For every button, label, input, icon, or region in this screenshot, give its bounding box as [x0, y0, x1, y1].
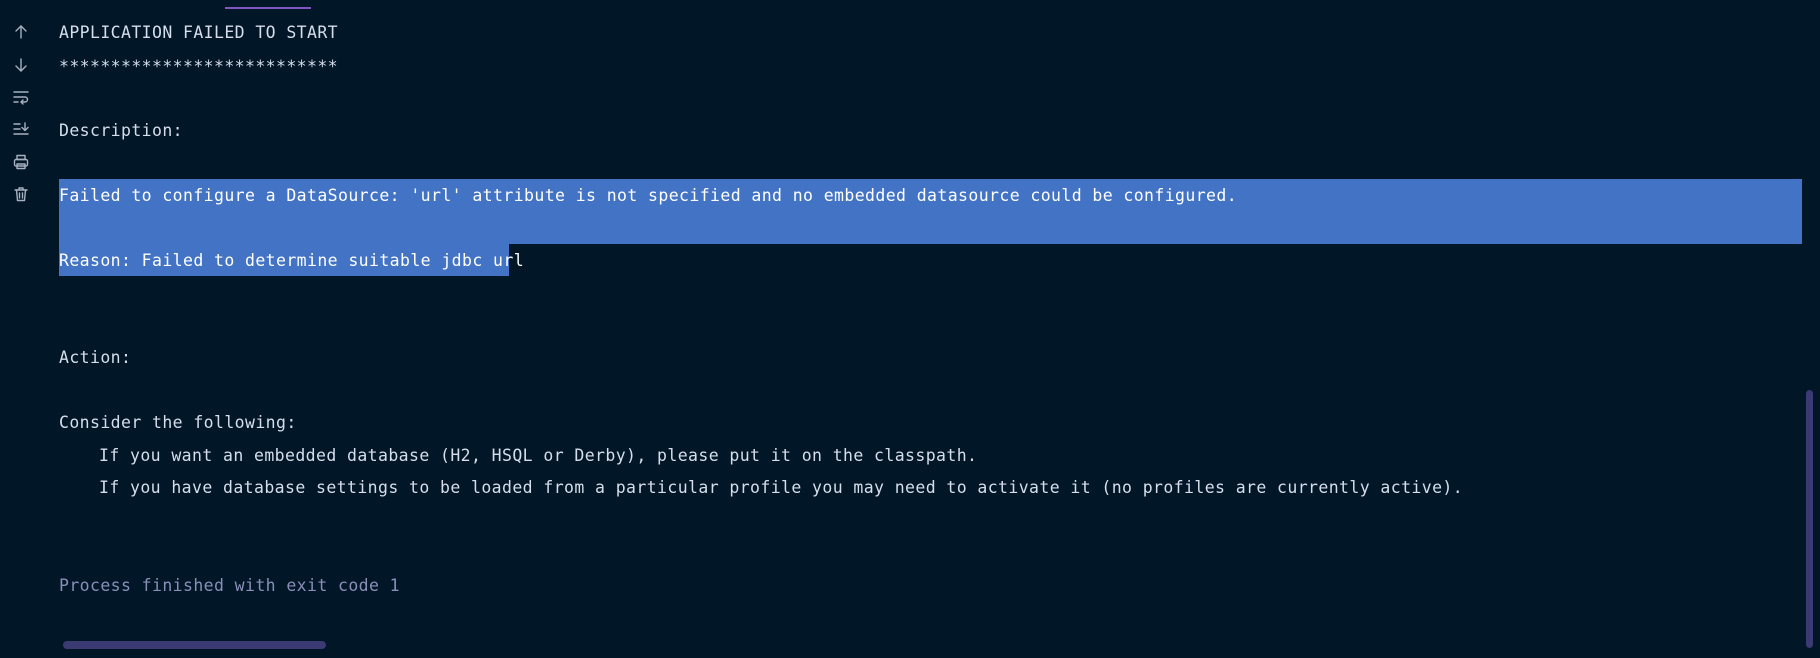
- console-output[interactable]: APPLICATION FAILED TO START ************…: [0, 0, 1802, 658]
- reason-line: Reason: Failed to determine suitable jdb…: [59, 251, 525, 270]
- process-finished-message: Process finished with exit code 1: [59, 576, 401, 595]
- vertical-scrollbar-thumb[interactable]: [1806, 390, 1813, 648]
- error-message: Failed to configure a DataSource: 'url' …: [59, 186, 1238, 205]
- action-label: Action:: [59, 348, 132, 367]
- suggestion-line: If you want an embedded database (H2, HS…: [99, 446, 978, 465]
- suggestion-line: If you have database settings to be load…: [99, 478, 1464, 497]
- description-label: Description:: [59, 121, 184, 140]
- horizontal-scrollbar-thumb[interactable]: [63, 641, 326, 649]
- stars-divider: ***************************: [59, 57, 339, 76]
- failure-heading: APPLICATION FAILED TO START: [59, 23, 339, 42]
- run-console: APPLICATION FAILED TO START ************…: [0, 0, 1820, 658]
- consider-line: Consider the following:: [59, 413, 297, 432]
